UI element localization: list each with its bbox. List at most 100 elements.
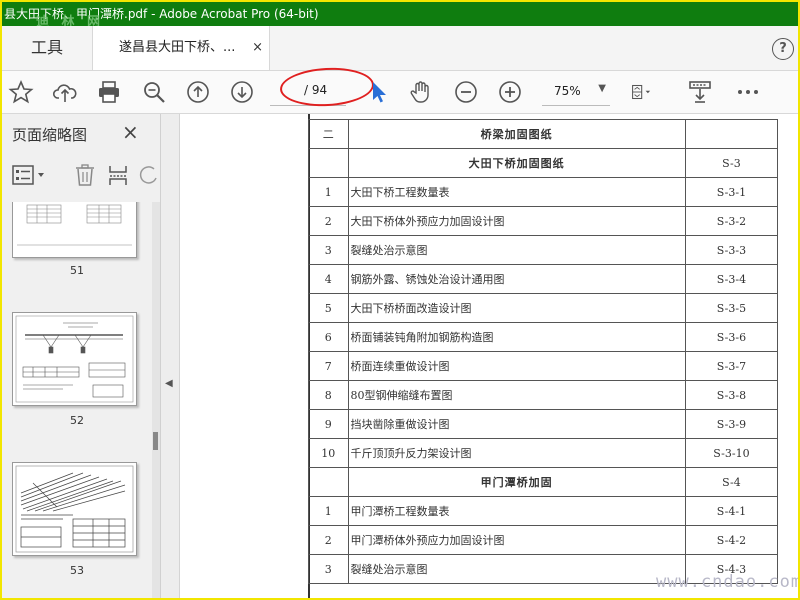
chevron-down-icon: ▼	[598, 83, 606, 94]
row-title: 裂缝处治示意图	[347, 235, 686, 265]
fit-page-icon[interactable]	[630, 79, 670, 105]
page-down-icon[interactable]	[229, 79, 255, 105]
thumbnail-page-53[interactable]	[12, 462, 137, 556]
thumbnails-panel: 页面缩略图 × 51 52 53	[2, 114, 161, 598]
document-view: 二桥梁加固图纸 大田下桥加固图纸 S-3 1 大田下桥工程数量表 S-3-1 2 大田下桥体外…	[180, 114, 798, 598]
tab-close-icon[interactable]: ×	[252, 26, 263, 70]
row-number	[308, 467, 349, 497]
panel-toolbar	[2, 160, 160, 192]
row-title: 钢筋外露、锈蚀处治设计通用图	[347, 264, 686, 294]
tab-document-label: 遂昌县大田下桥、...	[119, 40, 236, 55]
zoom-out-magnifier-icon[interactable]	[141, 79, 167, 105]
table-row: 7 桥面连续重做设计图 S-3-7	[308, 351, 779, 381]
row-code: S-3	[684, 148, 779, 178]
row-number: 8	[308, 380, 349, 410]
help-icon[interactable]: ?	[772, 38, 794, 60]
table-row: 8 80型钢伸缩缝布置图 S-3-8	[308, 380, 779, 410]
thumbnail-page-51[interactable]	[12, 202, 137, 258]
row-title: 桥梁加固图纸	[347, 119, 686, 149]
tab-tools[interactable]: 工具	[2, 26, 92, 70]
table-row: 5 大田下桥桥面改造设计图 S-3-5	[308, 293, 779, 323]
row-title: 挡块凿除重做设计图	[347, 409, 686, 439]
table-row: 3 裂缝处治示意图 S-3-3	[308, 235, 779, 265]
row-title: 大田下桥桥面改造设计图	[347, 293, 686, 323]
panel-title: 页面缩略图	[12, 126, 88, 144]
row-title: 千斤顶顶升反力架设计图	[347, 438, 686, 468]
row-number: 5	[308, 293, 349, 323]
table-row: 9 挡块凿除重做设计图 S-3-9	[308, 409, 779, 439]
table-row: 6 桥面铺装钝角附加钢筋构造图 S-3-6	[308, 322, 779, 352]
table-section-row: 二桥梁加固图纸	[308, 119, 779, 149]
row-title: 桥面铺装钝角附加钢筋构造图	[347, 322, 686, 352]
row-code: S-3-3	[684, 235, 779, 265]
thumbnail-scrollbar[interactable]	[152, 202, 160, 598]
zoom-in-icon[interactable]	[497, 79, 523, 105]
thumbnail-list: 51 52 53	[2, 202, 152, 598]
tab-document[interactable]: 遂昌县大田下桥、... ×	[92, 26, 270, 70]
row-code: S-3-1	[684, 177, 779, 207]
row-title: 大田下桥工程数量表	[347, 177, 686, 207]
table-section-row: 甲门潭桥加固 S-4	[308, 467, 779, 497]
rotate-icon[interactable]	[138, 164, 160, 190]
row-number: 1	[308, 177, 349, 207]
row-title: 桥面连续重做设计图	[347, 351, 686, 381]
panel-close-icon[interactable]: ×	[122, 120, 139, 144]
row-code	[684, 119, 779, 149]
select-cursor-icon[interactable]	[367, 79, 393, 105]
row-code: S-3-8	[684, 380, 779, 410]
row-title: 甲门潭桥体外预应力加固设计图	[347, 525, 686, 555]
zoom-out-icon[interactable]	[453, 79, 479, 105]
panel-collapse-strip[interactable]: ◀	[161, 114, 180, 598]
row-number: 二	[308, 119, 349, 149]
page-up-icon[interactable]	[185, 79, 211, 105]
watermark-bottom: www.cndao.com	[656, 572, 798, 592]
row-code: S-4-1	[684, 496, 779, 526]
toolbar: / 94 75% ▼	[2, 65, 798, 114]
row-number: 2	[308, 525, 349, 555]
thumbnail-page-52[interactable]	[12, 312, 137, 406]
table-row: 2 甲门潭桥体外预应力加固设计图 S-4-2	[308, 525, 779, 555]
row-code: S-3-6	[684, 322, 779, 352]
row-title: 80型钢伸缩缝布置图	[347, 380, 686, 410]
printer-icon[interactable]	[96, 79, 122, 105]
table-row: 1 甲门潭桥工程数量表 S-4-1	[308, 496, 779, 526]
star-icon[interactable]	[8, 79, 34, 105]
row-number: 6	[308, 322, 349, 352]
row-number	[308, 148, 349, 178]
thumbnail-options-icon[interactable]	[12, 164, 48, 190]
more-icon[interactable]	[735, 79, 761, 105]
row-code: S-3-4	[684, 264, 779, 294]
row-number: 4	[308, 264, 349, 294]
row-code: S-3-7	[684, 351, 779, 381]
hand-tool-icon[interactable]	[408, 79, 434, 105]
insert-pages-icon[interactable]	[107, 164, 129, 190]
row-code: S-3-2	[684, 206, 779, 236]
table-row: 4 钢筋外露、锈蚀处治设计通用图 S-3-4	[308, 264, 779, 294]
row-number: 1	[308, 496, 349, 526]
table-row: 10 千斤顶顶升反力架设计图 S-3-10	[308, 438, 779, 468]
row-number: 3	[308, 235, 349, 265]
comment-stamp-icon[interactable]	[687, 79, 713, 105]
table-row: 1 大田下桥工程数量表 S-3-1	[308, 177, 779, 207]
drawing-index-table: 二桥梁加固图纸 大田下桥加固图纸 S-3 1 大田下桥工程数量表 S-3-1 2 大田下桥体外…	[308, 119, 779, 584]
row-title: 甲门潭桥加固	[347, 467, 686, 497]
zoom-select[interactable]: 75% ▼	[542, 77, 610, 106]
scrollbar-thumb[interactable]	[153, 432, 158, 450]
row-number: 2	[308, 206, 349, 236]
collapse-arrow-icon[interactable]: ◀	[165, 378, 173, 389]
cloud-upload-icon[interactable]	[52, 79, 78, 105]
thumbnail-label: 51	[70, 264, 84, 277]
row-code: S-3-5	[684, 293, 779, 323]
thumbnail-label: 52	[70, 414, 84, 427]
trash-icon[interactable]	[74, 164, 96, 190]
zoom-value: 75%	[554, 84, 581, 98]
tab-bar: 工具 遂昌县大田下桥、... × ?	[2, 26, 798, 71]
row-code: S-3-9	[684, 409, 779, 439]
row-code: S-4-2	[684, 525, 779, 555]
red-annotation-circle	[279, 65, 375, 109]
row-number: 7	[308, 351, 349, 381]
table-section-row: 大田下桥加固图纸 S-3	[308, 148, 779, 178]
row-code: S-4	[684, 467, 779, 497]
title-bar: 县大田下桥、甲门潭桥.pdf - Adobe Acrobat Pro (64-b…	[2, 2, 798, 26]
row-title: 大田下桥加固图纸	[347, 148, 686, 178]
